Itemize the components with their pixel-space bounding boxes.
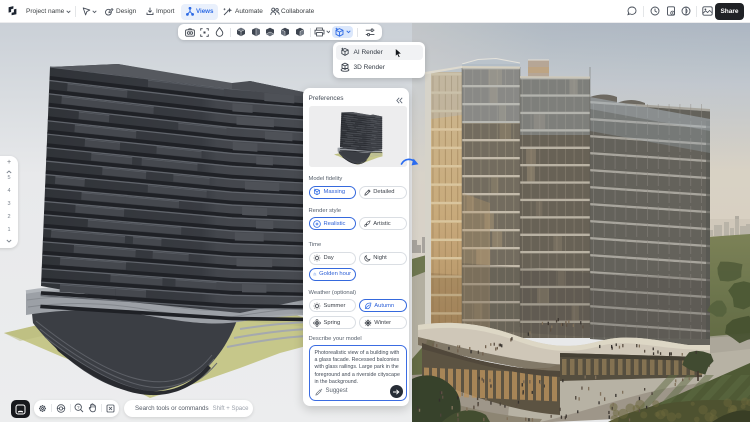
svg-text:?: ? [77,405,80,410]
